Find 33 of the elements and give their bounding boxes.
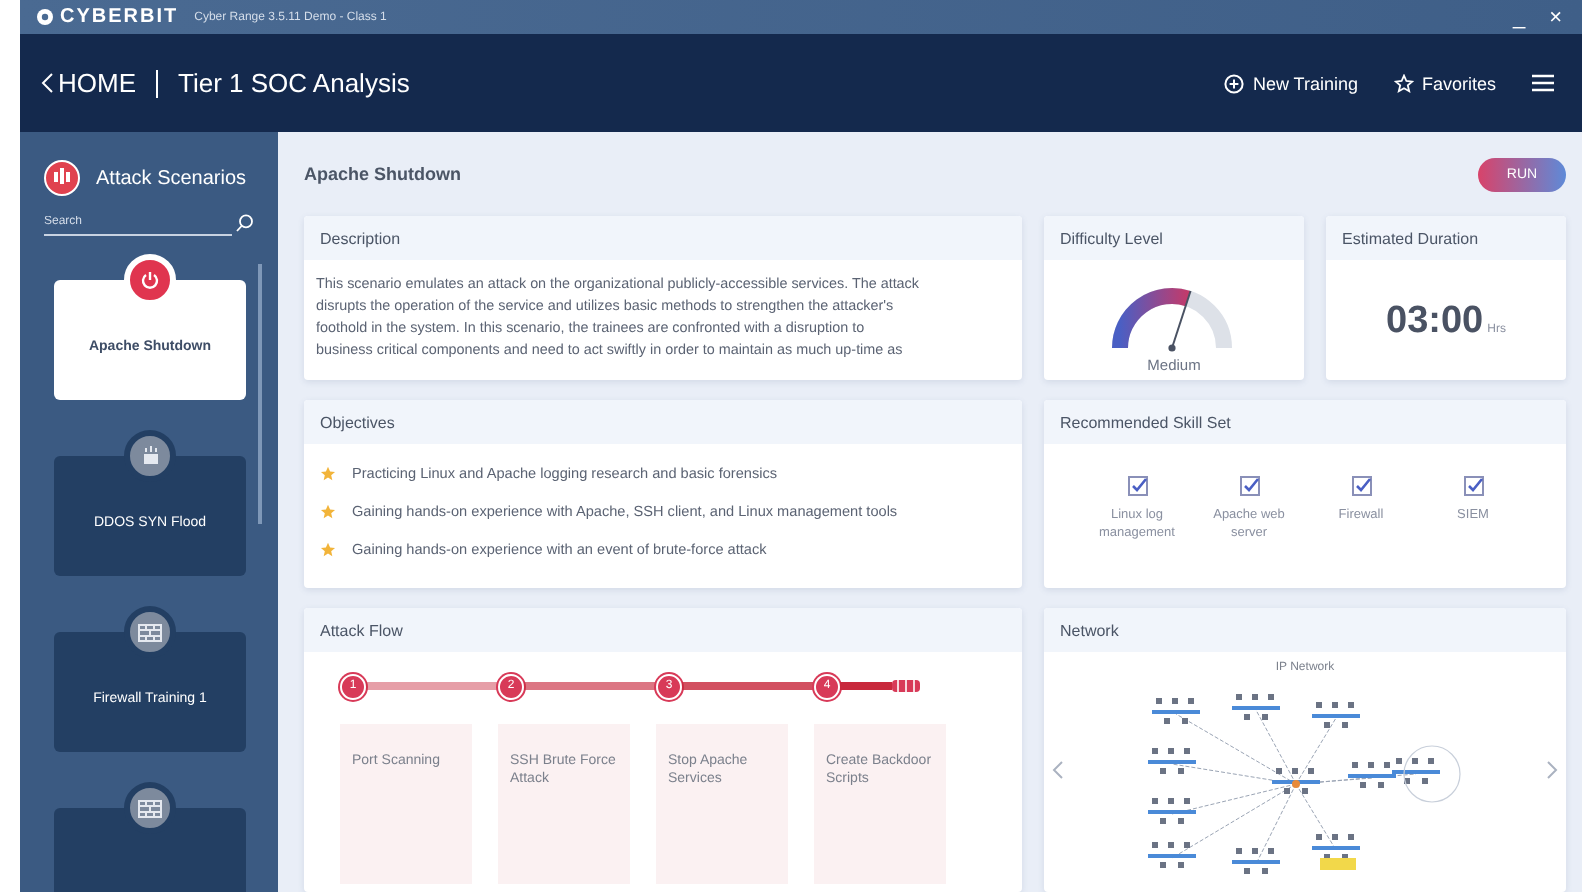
search-icon xyxy=(236,213,254,231)
flag-icon xyxy=(892,680,920,692)
progress-segment xyxy=(524,682,656,690)
logo-icon xyxy=(36,8,54,26)
progress-segment xyxy=(682,682,814,690)
close-button[interactable]: × xyxy=(1545,5,1566,29)
card-title: Difficulty Level xyxy=(1044,216,1304,260)
star-icon xyxy=(1393,73,1414,93)
plus-circle-icon xyxy=(1224,73,1245,93)
home-link[interactable]: HOME xyxy=(40,68,136,98)
progress-segment xyxy=(366,682,498,690)
chevron-left-icon xyxy=(40,72,54,94)
favorites-button[interactable]: Favorites xyxy=(1385,73,1504,93)
star-icon xyxy=(320,541,336,557)
card-title: Description xyxy=(304,216,1022,260)
brand-logo: CYBERBIT xyxy=(36,6,179,28)
card-title: Attack Flow xyxy=(304,608,1022,652)
scrollbar[interactable] xyxy=(258,264,262,524)
card-title: Recommended Skill Set xyxy=(1044,400,1566,444)
scenario-card[interactable] xyxy=(54,808,246,892)
page-title: Tier 1 SOC Analysis xyxy=(178,68,410,98)
progress-segment xyxy=(840,682,892,690)
duration-value: 03:00 xyxy=(1386,300,1484,344)
card-title: Network xyxy=(1044,608,1566,652)
star-icon xyxy=(320,503,336,519)
card-title: Objectives xyxy=(304,400,1022,444)
minimize-button[interactable]: _ xyxy=(1508,5,1530,29)
sidebar-title: Attack Scenarios xyxy=(96,167,247,189)
new-button[interactable]: New Training xyxy=(1216,73,1366,93)
scenario-title: Apache Shutdown xyxy=(304,164,461,184)
card-title: Estimated Duration xyxy=(1326,216,1566,260)
star-icon xyxy=(320,465,336,481)
scenarios-logo-icon xyxy=(44,160,80,196)
